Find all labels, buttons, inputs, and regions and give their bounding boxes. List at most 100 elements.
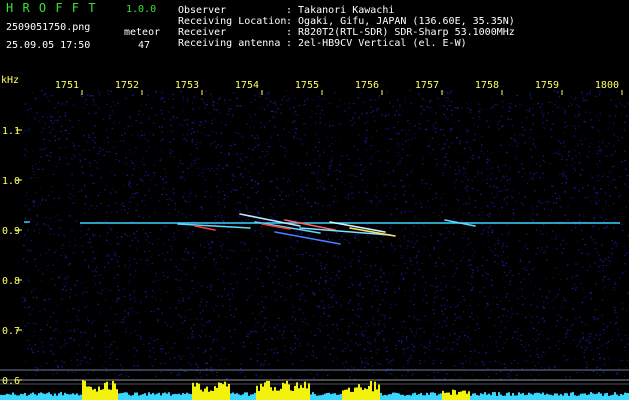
noise-speck <box>272 145 275 147</box>
noise-speck <box>621 360 623 362</box>
noise-speck <box>371 290 373 292</box>
noise-speck <box>491 193 493 195</box>
noise-speck <box>224 288 226 290</box>
noise-speck <box>375 205 378 207</box>
noise-speck <box>50 206 52 208</box>
noise-speck <box>253 330 255 332</box>
noise-speck <box>323 97 325 99</box>
noise-speck <box>234 176 236 178</box>
noise-speck <box>338 123 341 125</box>
noise-speck <box>247 249 249 251</box>
noise-speck <box>581 321 583 323</box>
noise-speck <box>427 200 429 202</box>
noise-speck <box>359 251 361 253</box>
noise-speck <box>74 199 76 201</box>
noise-speck <box>76 280 78 282</box>
noise-speck <box>531 176 533 179</box>
noise-speck <box>400 114 402 116</box>
noise-speck <box>26 261 28 263</box>
noise-speck <box>433 291 435 293</box>
noise-speck <box>573 135 576 137</box>
noise-speck <box>436 348 439 350</box>
noise-speck <box>307 147 310 150</box>
noise-speck <box>598 266 600 268</box>
noise-speck <box>232 288 235 290</box>
noise-speck <box>358 293 360 295</box>
noise-speck <box>374 285 376 287</box>
noise-speck <box>54 135 56 137</box>
noise-speck <box>406 174 409 176</box>
noise-speck <box>133 258 136 260</box>
noise-speck <box>260 201 262 203</box>
noise-speck <box>455 179 457 181</box>
noise-speck <box>552 111 554 113</box>
noise-speck <box>481 217 483 220</box>
signal-bar <box>494 392 496 400</box>
noise-speck <box>246 123 248 125</box>
noise-speck <box>474 206 477 208</box>
noise-speck <box>113 122 115 124</box>
noise-speck <box>215 219 217 221</box>
noise-speck <box>194 220 197 222</box>
noise-speck <box>485 373 487 376</box>
noise-speck <box>626 359 629 361</box>
noise-speck <box>509 103 512 105</box>
noise-speck <box>319 330 321 332</box>
noise-speck <box>376 289 378 291</box>
noise-speck <box>336 232 338 234</box>
noise-speck <box>321 98 323 100</box>
noise-speck <box>217 278 219 280</box>
noise-speck <box>245 204 247 206</box>
noise-speck <box>360 173 362 175</box>
noise-speck <box>32 201 34 203</box>
noise-speck <box>317 328 320 330</box>
noise-speck <box>277 108 279 110</box>
noise-speck <box>201 131 203 133</box>
noise-speck <box>525 243 528 245</box>
noise-speck <box>282 337 284 339</box>
noise-speck <box>489 225 491 227</box>
signal-bar <box>110 389 112 400</box>
noise-speck <box>99 92 102 94</box>
signal-bar <box>626 393 628 400</box>
noise-speck <box>347 114 349 116</box>
noise-speck <box>619 360 621 362</box>
noise-speck <box>627 175 629 177</box>
noise-speck <box>507 320 509 322</box>
noise-speck <box>155 272 157 274</box>
signal-bar <box>130 395 132 400</box>
noise-speck <box>624 121 626 124</box>
noise-speck <box>99 159 102 161</box>
noise-speck <box>92 98 94 100</box>
noise-speck <box>36 112 39 114</box>
noise-speck <box>155 114 157 116</box>
noise-speck <box>183 119 186 121</box>
noise-speck <box>232 179 234 181</box>
noise-speck <box>578 371 581 373</box>
signal-bar <box>142 394 144 400</box>
noise-speck <box>155 275 157 277</box>
noise-speck <box>558 197 561 199</box>
signal-bar <box>480 393 482 400</box>
noise-speck <box>608 171 611 174</box>
noise-speck <box>612 179 614 181</box>
noise-speck <box>149 179 152 181</box>
noise-speck <box>128 259 130 261</box>
noise-speck <box>51 278 54 280</box>
noise-speck <box>305 285 308 288</box>
noise-speck <box>165 352 167 354</box>
noise-speck <box>469 362 471 364</box>
noise-speck <box>466 327 468 329</box>
signal-bar <box>196 382 198 400</box>
signal-bar <box>442 390 444 400</box>
noise-speck <box>512 218 514 220</box>
noise-speck <box>529 95 531 97</box>
noise-speck <box>35 163 37 165</box>
noise-speck <box>506 293 509 295</box>
noise-speck <box>210 93 212 95</box>
noise-speck <box>203 126 206 128</box>
noise-speck <box>543 189 546 191</box>
noise-speck <box>388 114 390 116</box>
noise-speck <box>200 336 202 338</box>
noise-speck <box>444 308 447 310</box>
